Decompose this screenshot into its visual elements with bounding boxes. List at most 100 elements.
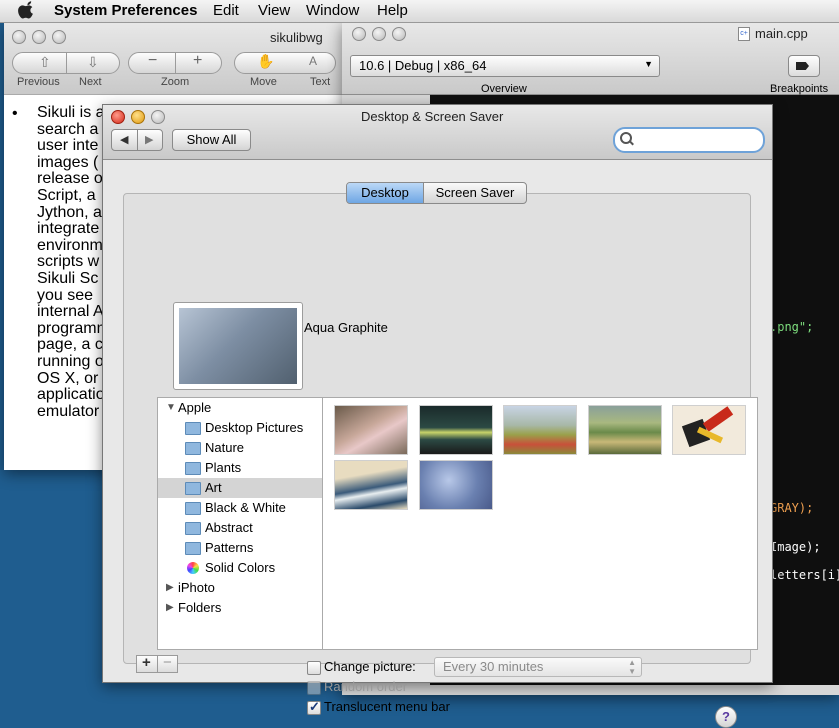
xcode-toolbar: c+ main.cpp 10.6 | Debug | x86_64 ▼ Over… xyxy=(342,22,839,95)
previous-label: Previous xyxy=(17,76,60,88)
source-group-label: iPhoto xyxy=(178,580,215,595)
interval-popup[interactable]: Every 30 minutes ▲ ▼ xyxy=(434,657,642,677)
translucent-menubar-label: Translucent menu bar xyxy=(324,699,450,714)
zoom-button[interactable] xyxy=(151,110,165,124)
source-item-desktop-pictures[interactable]: Desktop Pictures xyxy=(158,418,322,438)
menu-window[interactable]: Window xyxy=(306,2,359,19)
updown-arrows-icon: ▲ ▼ xyxy=(628,658,636,676)
source-group-apple[interactable]: ▼ Apple xyxy=(158,398,322,418)
source-item-label: Abstract xyxy=(205,520,253,535)
close-button[interactable] xyxy=(111,110,125,124)
desktop-screensaver-window: Desktop & Screen Saver ◀ ▶ Show All Aqua… xyxy=(102,104,773,728)
show-all-button[interactable]: Show All xyxy=(172,129,251,151)
random-order-checkbox[interactable] xyxy=(307,681,321,695)
overview-label: Overview xyxy=(481,83,527,95)
source-item-solid-colors[interactable]: Solid Colors xyxy=(158,558,322,578)
thumbnail-suprematist[interactable] xyxy=(672,405,746,455)
scheme-popup[interactable]: 10.6 | Debug | x86_64 ▼ xyxy=(350,55,660,77)
divider xyxy=(66,53,67,73)
prev-next-control[interactable]: ⇧ ⇩ xyxy=(12,52,120,74)
picture-grid[interactable] xyxy=(322,397,758,650)
add-button[interactable]: + xyxy=(142,654,151,671)
checkmark-icon: ✓ xyxy=(309,699,320,714)
dss-title: Desktop & Screen Saver xyxy=(361,109,504,124)
divider xyxy=(175,53,176,73)
source-group-folders[interactable]: ▶ Folders xyxy=(158,598,322,618)
code-line: GRAY); xyxy=(770,501,814,515)
zoom-control[interactable]: − + xyxy=(128,52,222,74)
breakpoints-button[interactable] xyxy=(788,55,820,77)
folder-icon xyxy=(185,502,201,515)
current-picture-image xyxy=(179,308,297,384)
close-button[interactable] xyxy=(12,30,26,44)
source-item-label: Patterns xyxy=(205,540,254,555)
thumbnail-poppies[interactable] xyxy=(503,405,577,455)
search-input[interactable] xyxy=(637,131,759,147)
thumbnail-island-sunday[interactable] xyxy=(588,405,662,455)
change-picture-checkbox[interactable] xyxy=(307,661,321,675)
code-line: letters[i] xyxy=(770,568,839,582)
tab-screen-saver-label: Screen Saver xyxy=(435,185,515,200)
tab-desktop[interactable]: Desktop xyxy=(347,183,424,203)
folder-icon xyxy=(185,462,201,475)
source-item-patterns[interactable]: Patterns xyxy=(158,538,322,558)
folder-icon xyxy=(185,482,201,495)
breakpoint-icon xyxy=(796,62,809,70)
minimize-button[interactable] xyxy=(372,27,386,41)
disclosure-closed-icon[interactable]: ▶ xyxy=(166,598,174,618)
document-title: sikulibwg xyxy=(270,30,323,45)
disclosure-open-icon[interactable]: ▼ xyxy=(166,398,176,418)
divider xyxy=(157,656,158,672)
folder-icon xyxy=(185,442,201,455)
tab-control: Desktop Screen Saver xyxy=(346,182,527,204)
search-field[interactable] xyxy=(613,127,765,153)
close-button[interactable] xyxy=(352,27,366,41)
source-item-label: Art xyxy=(205,480,222,495)
menu-edit[interactable]: Edit xyxy=(213,2,239,19)
apple-icon[interactable] xyxy=(18,1,36,19)
source-item-black-white[interactable]: Black & White xyxy=(158,498,322,518)
thumbnail-great-wave[interactable] xyxy=(334,460,408,510)
color-wheel-icon xyxy=(187,562,199,574)
menu-view[interactable]: View xyxy=(258,2,290,19)
back-forward-control[interactable]: ◀ ▶ xyxy=(111,129,163,151)
menu-app-name[interactable]: System Preferences xyxy=(54,2,197,19)
minimize-button[interactable] xyxy=(32,30,46,44)
help-button[interactable]: ? xyxy=(715,706,737,728)
minimize-button[interactable] xyxy=(131,110,145,124)
translucent-menubar-checkbox[interactable]: ✓ xyxy=(307,699,321,715)
tab-screen-saver[interactable]: Screen Saver xyxy=(424,183,526,203)
folder-icon xyxy=(185,542,201,555)
source-list[interactable]: ▼ Apple Desktop Pictures Nature Plants A… xyxy=(157,397,322,650)
search-icon-handle xyxy=(629,140,634,146)
source-item-abstract[interactable]: Abstract xyxy=(158,518,322,538)
divider xyxy=(137,130,138,150)
thumbnail-water-lilies[interactable] xyxy=(419,460,493,510)
source-group-iphoto[interactable]: ▶ iPhoto xyxy=(158,578,322,598)
change-picture-label: Change picture: xyxy=(324,659,416,674)
thumbnail-dancer[interactable] xyxy=(334,405,408,455)
text-tool-icon: A xyxy=(309,54,318,68)
menu-help[interactable]: Help xyxy=(377,2,408,19)
forward-arrow-icon[interactable]: ▶ xyxy=(145,133,153,146)
cpp-file-icon: c+ xyxy=(738,27,750,41)
folder-icon xyxy=(185,422,201,435)
source-item-nature[interactable]: Nature xyxy=(158,438,322,458)
current-picture-name: Aqua Graphite xyxy=(304,320,388,335)
zoom-button[interactable] xyxy=(52,30,66,44)
move-text-control[interactable]: ✋ A xyxy=(234,52,336,74)
source-item-art[interactable]: Art xyxy=(158,478,322,498)
remove-button[interactable]: − xyxy=(163,654,172,671)
source-item-label: Solid Colors xyxy=(205,560,276,575)
desktop-panel: Aqua Graphite ▼ Apple Desktop Pictures N… xyxy=(123,193,758,728)
source-item-plants[interactable]: Plants xyxy=(158,458,322,478)
thumbnail-diner[interactable] xyxy=(419,405,493,455)
document-toolbar: sikulibwg ⇧ ⇩ Previous Next − + Zoom ✋ A… xyxy=(4,22,354,95)
source-item-label: Desktop Pictures xyxy=(205,420,304,435)
zoom-label: Zoom xyxy=(161,76,190,88)
random-order-label: Random order xyxy=(324,679,408,694)
disclosure-closed-icon[interactable]: ▶ xyxy=(166,578,174,598)
source-item-label: Nature xyxy=(205,440,245,455)
back-arrow-icon[interactable]: ◀ xyxy=(120,133,128,146)
zoom-button[interactable] xyxy=(392,27,406,41)
